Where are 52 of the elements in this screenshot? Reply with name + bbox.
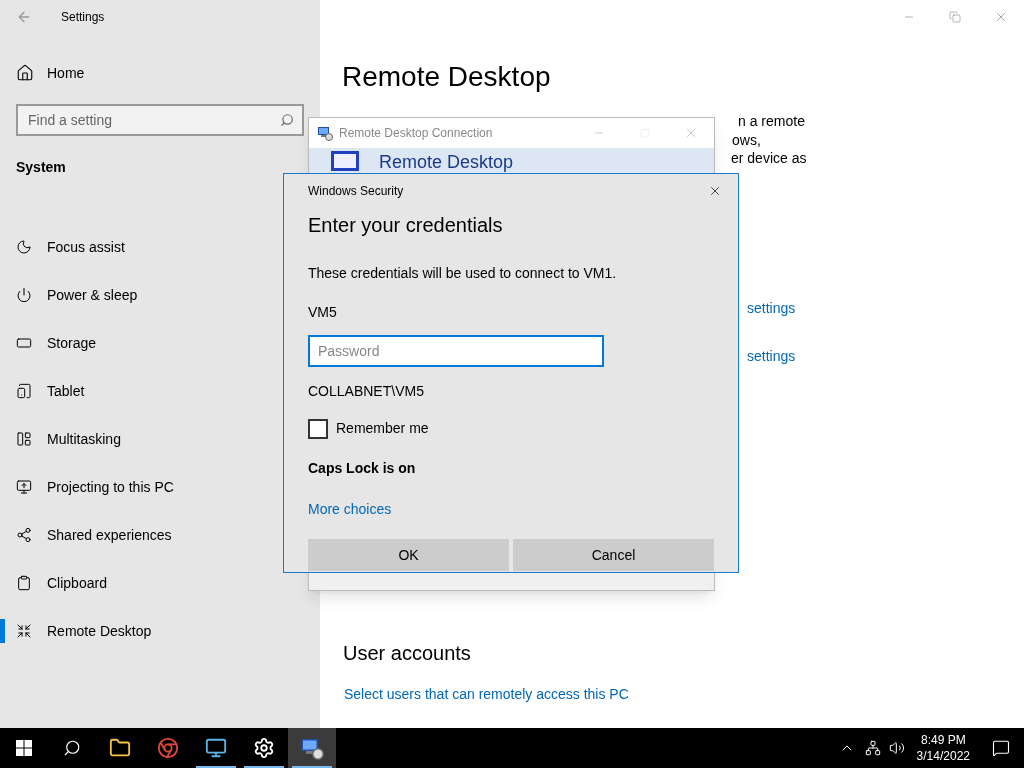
cancel-button[interactable]: Cancel — [513, 539, 714, 571]
search-icon[interactable] — [280, 113, 294, 127]
domain-user: COLLABNET\VM5 — [308, 382, 425, 401]
description-text: er device as — [731, 149, 807, 168]
remote-desktop-icon — [317, 125, 333, 141]
rectangle-icon — [16, 335, 32, 351]
clock[interactable]: 8:49 PM 3/14/2022 — [916, 732, 970, 764]
remote-desktop-icon — [300, 736, 324, 760]
settings-link[interactable]: settings — [747, 346, 796, 367]
panels-icon — [16, 431, 32, 447]
description-text: ows, — [732, 130, 762, 149]
remember-label: Remember me — [336, 419, 429, 438]
remember-checkbox[interactable] — [308, 418, 328, 439]
search-field[interactable]: Find a setting — [16, 104, 304, 136]
settings-link[interactable]: settings — [747, 298, 796, 319]
power-icon — [16, 287, 32, 303]
clipboard-icon — [16, 575, 32, 591]
more-choices-link[interactable]: More choices — [308, 499, 714, 520]
monitor-icon — [16, 479, 32, 495]
network-icon[interactable] — [864, 740, 881, 756]
window-title: Remote Desktop Connection — [339, 125, 493, 142]
tablet-icon — [16, 383, 32, 399]
ok-button[interactable]: OK — [308, 539, 509, 571]
settings-icon — [253, 737, 275, 759]
close-icon[interactable] — [708, 184, 722, 198]
taskbar-app[interactable] — [288, 728, 336, 768]
share-icon — [16, 527, 32, 543]
dialog-heading: Enter your credentials — [308, 213, 504, 238]
message-text: These credentials will be used to connect to VM1. — [308, 264, 618, 283]
description-text: n a remote — [738, 112, 806, 131]
notifications-icon[interactable] — [992, 739, 1010, 757]
volume-icon[interactable] — [888, 740, 905, 756]
password-field[interactable]: Password — [308, 335, 604, 367]
browser-icon — [157, 737, 179, 759]
users-link[interactable]: Select users that can remotely access this PC — [344, 684, 629, 705]
user-name: VM5 — [308, 303, 338, 322]
search-icon — [63, 739, 81, 757]
section-heading: System — [16, 158, 67, 177]
monitor-icon — [331, 151, 359, 171]
arrows-icon — [16, 623, 32, 639]
window-title: Settings — [61, 9, 105, 26]
monitor-icon — [205, 737, 227, 759]
section-heading: User accounts — [343, 641, 471, 666]
moon-icon — [16, 239, 32, 255]
home-icon — [16, 64, 34, 82]
dialog-title: Windows Security — [308, 183, 404, 200]
page-title: Remote Desktop — [342, 60, 551, 94]
selection-indicator — [0, 619, 5, 643]
banner-title: Remote Desktop — [379, 151, 514, 173]
home-item[interactable]: Home — [0, 56, 320, 90]
windows-logo-icon — [16, 740, 32, 756]
folder-icon — [109, 737, 131, 759]
